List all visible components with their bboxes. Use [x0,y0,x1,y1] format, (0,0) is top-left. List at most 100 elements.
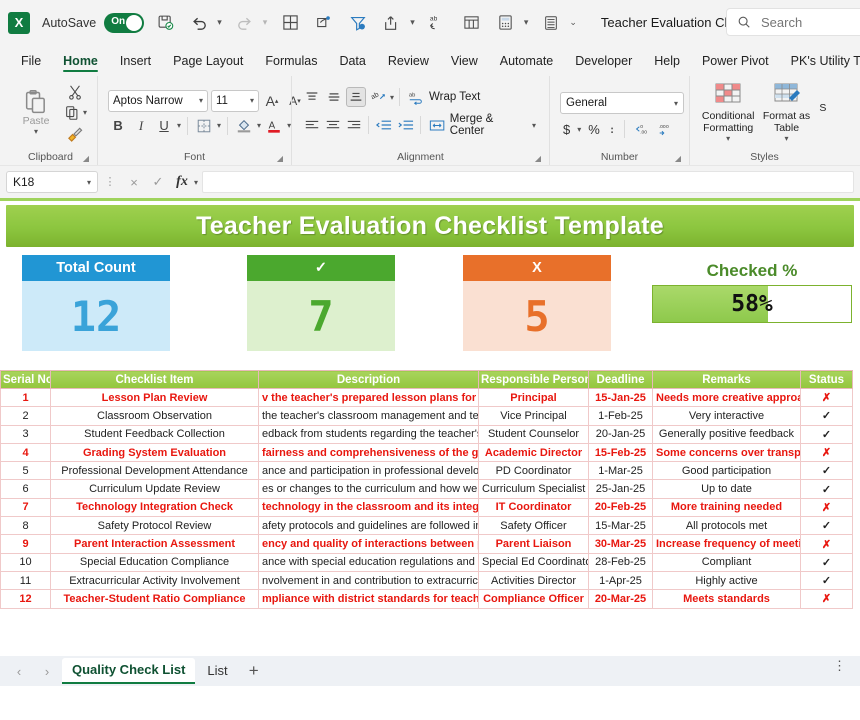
remarks-cell[interactable]: Up to date [652,479,801,499]
copy-icon[interactable] [62,103,82,123]
undo-icon[interactable] [186,10,212,36]
underline-button[interactable]: U [154,116,174,136]
cell-styles-button[interactable]: S [817,100,829,114]
description-cell[interactable]: ency and quality of interactions between… [258,534,479,554]
align-top-icon[interactable] [302,87,322,107]
increase-indent-icon[interactable] [396,115,415,135]
deadline-cell[interactable]: 20-Mar-25 [588,589,653,609]
checklist-item-cell[interactable]: Curriculum Update Review [50,479,259,499]
description-cell[interactable]: the teacher's classroom management and t… [258,406,479,426]
sheet-tab-list[interactable]: List [197,659,237,683]
formula-expand-caret[interactable]: ▾ [194,178,198,187]
col-serial-no[interactable]: Serial No. [0,370,51,389]
align-right-icon[interactable] [344,115,363,135]
status-cell[interactable]: ✗ [800,442,853,463]
name-box[interactable]: K18 ▾ [6,171,98,193]
touch-mode-icon[interactable] [311,10,337,36]
table-row[interactable]: 3 Student Feedback Collection edback from … [0,424,853,444]
share-icon[interactable] [379,10,405,36]
format-painter-icon[interactable] [65,124,85,144]
deadline-cell[interactable]: 15-Mar-25 [588,516,653,536]
col-status[interactable]: Status [800,370,853,389]
table-row[interactable]: 7 Technology Integration Check technology … [0,497,853,518]
conditional-formatting-caret[interactable]: ▾ [726,134,730,143]
ribbon-tab-automate[interactable]: Automate [489,52,565,73]
merge-center-caret[interactable]: ▾ [532,121,536,130]
align-left-icon[interactable] [302,115,321,135]
description-cell[interactable]: ance with special education regulations … [258,552,479,572]
bold-button[interactable]: B [108,116,128,136]
customize-toolbar-caret[interactable]: ⌄ [569,17,577,28]
font-color-icon[interactable]: A [264,116,284,136]
formula-input[interactable] [202,171,854,193]
fill-color-caret[interactable]: ▾ [257,121,261,130]
decrease-indent-icon[interactable] [374,115,393,135]
paste-button[interactable]: Paste ▾ [14,89,58,136]
checklist-item-cell[interactable]: Lesson Plan Review [50,387,259,408]
ribbon-tab-formulas[interactable]: Formulas [254,52,328,73]
cancel-entry-icon[interactable]: × [122,170,146,194]
name-box-menu-icon[interactable]: ⋮ [98,170,122,194]
deadline-cell[interactable]: 15-Feb-25 [588,442,653,463]
deadline-cell[interactable]: 1-Mar-25 [588,461,653,481]
serial-cell[interactable]: 9 [0,534,51,554]
borders-caret[interactable]: ▾ [217,121,221,130]
ribbon-tab-pk-utility-tool[interactable]: PK's Utility Tool V3.0 [780,52,860,73]
percent-button[interactable]: % [585,122,603,137]
decrease-decimal-icon[interactable]: .00 0 [656,119,676,139]
description-cell[interactable]: technology in the classroom and its inte… [258,497,479,518]
format-as-table-caret[interactable]: ▾ [785,134,789,143]
filter-icon[interactable] [345,10,371,36]
status-cell[interactable]: ✓ [800,406,853,426]
remarks-cell[interactable]: Needs more creative approaches [652,387,801,408]
align-middle-icon[interactable] [324,87,344,107]
orientation-icon[interactable]: ab [368,87,388,107]
table-icon[interactable] [459,10,485,36]
deadline-cell[interactable]: 25-Jan-25 [588,479,653,499]
table-row[interactable]: 11 Extracurricular Activity Involvement nv… [0,570,853,591]
checklist-item-cell[interactable]: Student Feedback Collection [50,424,259,444]
col-checklist-item[interactable]: Checklist Item [50,370,259,389]
clipboard-dialog-launcher[interactable]: ◢ [83,151,89,167]
responsible-person-cell[interactable]: Activities Director [478,570,589,591]
description-cell[interactable]: es or changes to the curriculum and how … [258,479,479,499]
description-cell[interactable]: mpliance with district standards for tea… [258,589,479,609]
checklist-item-cell[interactable]: Classroom Observation [50,406,259,426]
status-bar-menu-icon[interactable]: ⋮ [833,659,846,672]
table-row[interactable]: 8 Safety Protocol Review afety protocols a… [0,516,853,536]
italic-button[interactable]: I [131,116,151,136]
status-cell[interactable]: ✓ [800,552,853,572]
next-sheet-button[interactable]: › [34,659,60,683]
borders-icon[interactable] [277,10,303,36]
checklist-item-cell[interactable]: Technology Integration Check [50,497,259,518]
number-dialog-launcher[interactable]: ◢ [675,151,681,167]
deadline-cell[interactable]: 20-Jan-25 [588,424,653,444]
confirm-entry-icon[interactable]: ✓ [146,170,170,194]
orientation-caret[interactable]: ▾ [390,93,394,102]
sheet-tab-quality-check-list[interactable]: Quality Check List [62,658,196,684]
increase-decimal-icon[interactable]: 0 .00 [632,119,652,139]
table-row[interactable]: 6 Curriculum Update Review es or changes t… [0,479,853,499]
col-responsible-person[interactable]: Responsible Person [478,370,589,389]
share-dropdown-caret[interactable]: ▾ [410,17,415,28]
responsible-person-cell[interactable]: Student Counselor [478,424,589,444]
currency-caret[interactable]: ▾ [577,125,581,134]
status-cell[interactable]: ✓ [800,479,853,499]
table-row[interactable]: 9 Parent Interaction Assessment ency and q… [0,534,853,554]
remarks-cell[interactable]: Very interactive [652,406,801,426]
calculator-icon[interactable] [493,10,519,36]
description-cell[interactable]: v the teacher's prepared lesson plans fo… [258,387,479,408]
deadline-cell[interactable]: 15-Jan-25 [588,387,653,408]
remarks-cell[interactable]: Some concerns over transparency [652,442,801,463]
ribbon-tab-help[interactable]: Help [643,52,691,73]
align-bottom-icon[interactable] [346,87,367,107]
serial-cell[interactable]: 10 [0,552,51,572]
responsible-person-cell[interactable]: PD Coordinator [478,461,589,481]
checklist-item-cell[interactable]: Professional Development Attendance [50,461,259,481]
table-row[interactable]: 4 Grading System Evaluation fairness and c… [0,442,853,463]
deadline-cell[interactable]: 1-Apr-25 [588,570,653,591]
status-cell[interactable]: ✗ [800,534,853,554]
description-cell[interactable]: fairness and comprehensiveness of the gr… [258,442,479,463]
checklist-item-cell[interactable]: Teacher-Student Ratio Compliance [50,589,259,609]
remarks-cell[interactable]: More training needed [652,497,801,518]
